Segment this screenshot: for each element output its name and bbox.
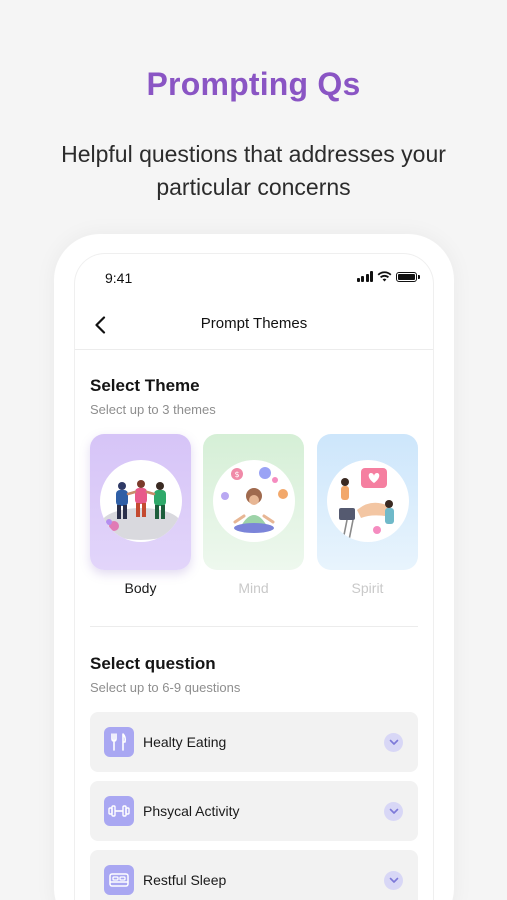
body-illustration	[100, 460, 182, 542]
question-item-physical-activity[interactable]: Phsycal Activity	[90, 781, 418, 841]
svg-text:$: $	[234, 470, 239, 479]
status-icons	[356, 271, 420, 282]
theme-label-body: Body	[124, 580, 157, 596]
question-label: Healty Eating	[143, 734, 227, 750]
chevron-down-icon[interactable]	[384, 871, 403, 890]
spirit-illustration	[327, 460, 409, 542]
battery-icon	[396, 271, 420, 282]
chevron-down-icon[interactable]	[384, 802, 403, 821]
page-title: Prompt Themes	[200, 315, 308, 332]
question-section-title: Select question	[90, 654, 216, 673]
hero-title: Prompting Qs	[146, 66, 361, 102]
signal-icon	[356, 271, 373, 282]
utensils-icon	[104, 727, 134, 757]
bed-icon	[104, 865, 134, 895]
mind-illustration: $	[213, 460, 295, 542]
wifi-icon	[377, 271, 392, 282]
theme-label-mind: Mind	[238, 580, 269, 596]
phone-screen: 9:41 Prompt Themes Select Theme Select u…	[75, 254, 433, 900]
theme-section-title: Select Theme	[90, 376, 200, 395]
theme-card-spirit[interactable]	[317, 434, 418, 570]
theme-card-mind[interactable]: $	[203, 434, 304, 570]
theme-card-body[interactable]	[90, 434, 191, 570]
section-divider	[90, 626, 418, 627]
question-section-subtitle: Select up to 6-9 questions	[90, 680, 241, 695]
theme-section-subtitle: Select up to 3 themes	[90, 402, 216, 417]
question-item-healthy-eating[interactable]: Healty Eating	[90, 712, 418, 772]
theme-label-spirit: Spirit	[351, 580, 384, 596]
nav-bar: Prompt Themes	[75, 306, 433, 350]
question-label: Phsycal Activity	[143, 803, 240, 819]
hero-subtitle: Helpful questions that addresses your pa…	[61, 141, 446, 200]
dumbbell-icon	[104, 796, 134, 826]
status-time: 9:41	[105, 270, 133, 286]
question-item-restful-sleep[interactable]: Restful Sleep	[90, 850, 418, 900]
question-label: Restful Sleep	[143, 872, 227, 888]
chevron-down-icon[interactable]	[384, 733, 403, 752]
